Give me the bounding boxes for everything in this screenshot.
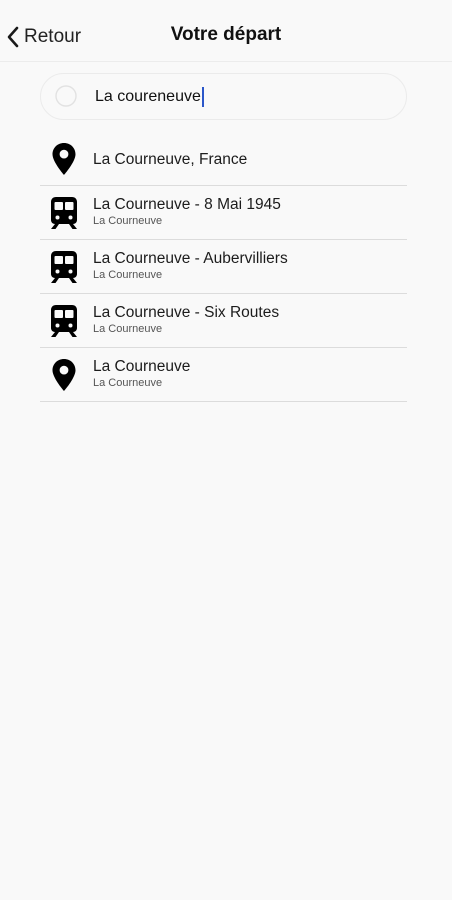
- page-title: Votre départ: [170, 24, 282, 45]
- result-item[interactable]: La Courneuve - Aubervilliers La Courneuv…: [40, 240, 407, 294]
- top-bar: Retour Votre départ: [0, 0, 452, 62]
- result-title: La Courneuve - Aubervilliers: [93, 250, 288, 267]
- search-input[interactable]: La coureneuve: [95, 87, 204, 107]
- location-pin-icon: [48, 358, 80, 392]
- train-icon: [48, 304, 80, 338]
- train-icon: [48, 250, 80, 284]
- result-item[interactable]: La Courneuve La Courneuve: [40, 348, 407, 402]
- result-item[interactable]: La Courneuve - Six Routes La Courneuve: [40, 294, 407, 348]
- result-item[interactable]: La Courneuve - 8 Mai 1945 La Courneuve: [40, 186, 407, 240]
- search-field[interactable]: La coureneuve: [40, 73, 407, 120]
- result-subtitle: La Courneuve: [93, 269, 163, 281]
- search-icon: [55, 85, 79, 109]
- result-title: La Courneuve - 8 Mai 1945: [93, 196, 281, 213]
- result-subtitle: La Courneuve: [93, 215, 163, 227]
- result-title: La Courneuve - Six Routes: [93, 304, 280, 321]
- results-list: La Courneuve, France La Courneuve - 8 Ma…: [40, 132, 407, 402]
- search-input-text: La coureneuve: [95, 88, 201, 105]
- result-title: La Courneuve: [93, 358, 191, 375]
- location-pin-icon: [48, 142, 80, 176]
- result-subtitle: La Courneuve: [93, 377, 163, 389]
- result-subtitle: La Courneuve: [93, 323, 163, 335]
- train-icon: [48, 196, 80, 230]
- result-item[interactable]: La Courneuve, France: [40, 132, 407, 186]
- text-caret: [201, 87, 204, 107]
- result-title: La Courneuve, France: [93, 151, 248, 168]
